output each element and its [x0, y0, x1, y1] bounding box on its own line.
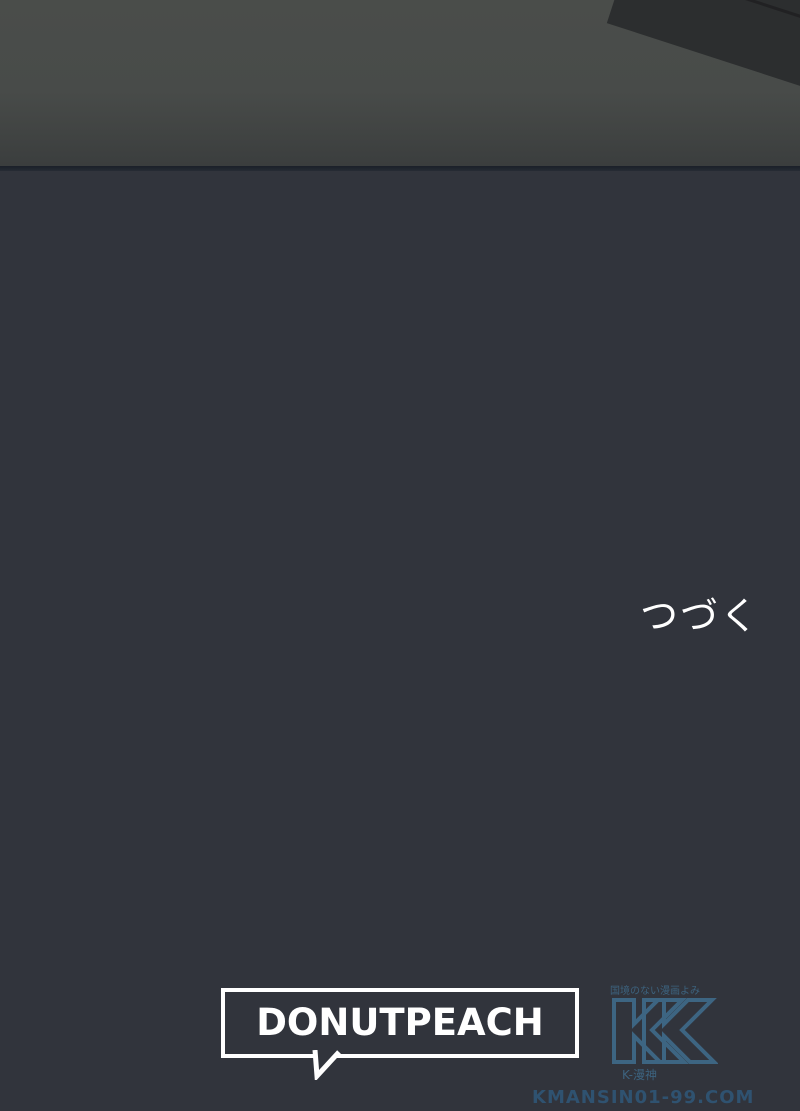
k-logo-icon: [612, 998, 718, 1064]
watermark-subtitle: K-漫神: [622, 1068, 657, 1082]
panel-border: [0, 166, 800, 171]
logo-text: DONUTPEACH: [256, 1001, 544, 1044]
panel-corner-shadow: [606, 0, 800, 92]
donutpeach-logo: DONUTPEACH: [221, 988, 579, 1088]
site-watermark: 国境のない漫画よみ K-漫神 KMANSIN01-99.COM: [530, 982, 800, 1111]
to-be-continued-text: つづく: [640, 594, 761, 638]
previous-panel-image: [0, 0, 800, 166]
watermark-site-url: KMANSIN01-99.COM: [532, 1087, 755, 1108]
speech-bubble-tail-icon: [312, 1050, 341, 1080]
